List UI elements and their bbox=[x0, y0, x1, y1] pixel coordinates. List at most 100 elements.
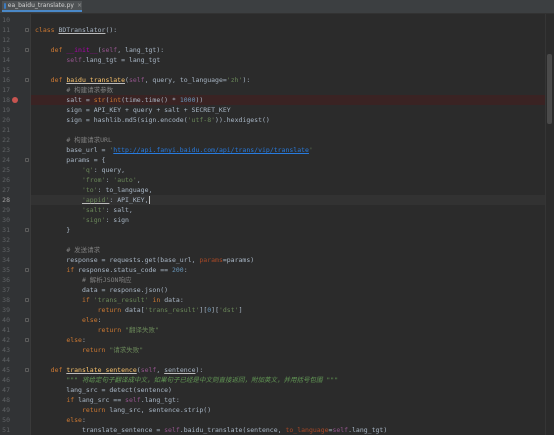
code-line[interactable]: 'to': to_language, bbox=[35, 185, 152, 195]
gutter-line[interactable]: 49 bbox=[0, 405, 30, 415]
gutter-line[interactable]: 40 bbox=[0, 315, 30, 325]
code-line[interactable]: else: bbox=[35, 335, 86, 345]
fold-marker-icon[interactable] bbox=[25, 298, 29, 302]
code-line[interactable]: response = requests.get(base_url, params… bbox=[35, 255, 254, 265]
code-line[interactable]: # 发送请求 bbox=[35, 245, 100, 255]
code-token: # 发送请求 bbox=[66, 246, 101, 254]
code-line[interactable]: } bbox=[35, 225, 70, 235]
code-line[interactable]: sign = hashlib.md5(sign.encode('utf-8'))… bbox=[35, 115, 270, 125]
code-line[interactable]: if 'trans_result' in data: bbox=[35, 295, 184, 305]
code-line[interactable]: # 解析JSON响应 bbox=[35, 275, 131, 285]
gutter-line[interactable]: 46 bbox=[0, 375, 30, 385]
gutter-line[interactable]: 28 bbox=[0, 195, 30, 205]
code-line[interactable]: # 构建请求参数 bbox=[35, 85, 113, 95]
gutter-line[interactable]: 16 bbox=[0, 75, 30, 85]
fold-marker-icon[interactable] bbox=[25, 318, 29, 322]
gutter-line[interactable]: 22 bbox=[0, 135, 30, 145]
line-number-gutter[interactable]: 10 11 12 13 14 15 16 17 18 19 20 21 22 23 24 25 26 27 28 29… bbox=[0, 14, 31, 435]
code-line[interactable]: return lang_src, sentence.strip() bbox=[35, 405, 211, 415]
gutter-line[interactable]: 32 bbox=[0, 235, 30, 245]
fold-marker-icon[interactable] bbox=[25, 338, 29, 342]
fold-marker-icon[interactable] bbox=[25, 268, 29, 272]
gutter-line[interactable]: 35 bbox=[0, 265, 30, 275]
fold-marker-icon[interactable] bbox=[25, 28, 29, 32]
gutter-line[interactable]: 17 bbox=[0, 85, 30, 95]
fold-marker-icon[interactable] bbox=[25, 48, 29, 52]
gutter-line[interactable]: 38 bbox=[0, 295, 30, 305]
code-line[interactable]: translate_sentence = self.baidu_translat… bbox=[35, 425, 387, 435]
code-line[interactable]: def baidu_translate(self, query, to_lang… bbox=[35, 75, 251, 85]
gutter-line[interactable]: 51 bbox=[0, 425, 30, 435]
gutter-line[interactable]: 50 bbox=[0, 415, 30, 425]
fold-marker-icon[interactable] bbox=[25, 368, 29, 372]
gutter-line[interactable]: 39 bbox=[0, 305, 30, 315]
gutter-line[interactable]: 37 bbox=[0, 285, 30, 295]
code-line[interactable]: salt = str(int(time.time() * 1000)) bbox=[35, 95, 203, 105]
breakpoint-icon[interactable] bbox=[12, 97, 18, 103]
code-line[interactable]: 'q': query, bbox=[35, 165, 125, 175]
gutter-line[interactable]: 12 bbox=[0, 35, 30, 45]
gutter-line[interactable]: 44 bbox=[0, 355, 30, 365]
code-line[interactable]: lang_src = detect(sentence) bbox=[35, 385, 172, 395]
fold-marker-icon[interactable] bbox=[25, 78, 29, 82]
gutter-line[interactable]: 10 bbox=[0, 15, 30, 25]
code-line[interactable]: 'from': 'auto', bbox=[35, 175, 141, 185]
code-line[interactable]: if lang_src == self.lang_tgt: bbox=[35, 395, 180, 405]
gutter-line[interactable]: 36 bbox=[0, 275, 30, 285]
code-editor[interactable]: class BDTranslator(): def __init__(self,… bbox=[31, 14, 554, 435]
code-line[interactable]: base_url = 'http://api.fanyi.baidu.com/a… bbox=[35, 145, 313, 155]
gutter-line[interactable]: 24 bbox=[0, 155, 30, 165]
gutter-line[interactable]: 20 bbox=[0, 115, 30, 125]
gutter-line[interactable]: 15 bbox=[0, 65, 30, 75]
scrollbar-thumb[interactable] bbox=[547, 54, 552, 124]
code-line[interactable]: params = { bbox=[35, 155, 105, 165]
code-line[interactable]: data = response.json() bbox=[35, 285, 168, 295]
tab-ea-baidu-translate[interactable]: ea_baidu_translate.py × bbox=[2, 1, 82, 12]
code-line[interactable]: # 构建请求URL bbox=[35, 135, 112, 145]
gutter-line[interactable]: 41 bbox=[0, 325, 30, 335]
vertical-scrollbar[interactable] bbox=[545, 14, 554, 435]
gutter-line[interactable]: 33 bbox=[0, 245, 30, 255]
gutter-line[interactable]: 21 bbox=[0, 125, 30, 135]
code-line[interactable]: 'salt': salt, bbox=[35, 205, 133, 215]
gutter-line[interactable]: 14 bbox=[0, 55, 30, 65]
code-line[interactable]: 'appid': API_KEY, bbox=[35, 195, 150, 205]
gutter-line[interactable]: 29 bbox=[0, 205, 30, 215]
gutter-line[interactable]: 30 bbox=[0, 215, 30, 225]
close-icon[interactable]: × bbox=[77, 2, 82, 9]
code-line[interactable]: sign = API_KEY + query + salt + SECRET_K… bbox=[35, 105, 230, 115]
gutter-line[interactable]: 47 bbox=[0, 385, 30, 395]
gutter-line[interactable]: 43 bbox=[0, 345, 30, 355]
code-line[interactable]: return data['trans_result'][0]['dst'] bbox=[35, 305, 243, 315]
gutter-line[interactable]: 25 bbox=[0, 165, 30, 175]
fold-marker-icon[interactable] bbox=[25, 158, 29, 162]
code-line[interactable]: def translate_sentence(self, sentence): bbox=[35, 365, 204, 375]
fold-marker-icon[interactable] bbox=[25, 228, 29, 232]
code-line[interactable]: class BDTranslator(): bbox=[35, 25, 117, 35]
code-token: def bbox=[50, 76, 67, 84]
gutter-line[interactable]: 26 bbox=[0, 175, 30, 185]
code-line[interactable]: if response.status_code == 200: bbox=[35, 265, 187, 275]
code-token: 'auto' bbox=[113, 176, 137, 184]
gutter-line[interactable]: 13 bbox=[0, 45, 30, 55]
gutter-line[interactable]: 42 bbox=[0, 335, 30, 345]
code-line[interactable]: return "请求失败" bbox=[35, 345, 143, 355]
code-line[interactable]: """ 将给定句子翻译成中文，如果句子已经是中文则直接返回，附加英文，并用括号包… bbox=[35, 375, 338, 385]
gutter-line[interactable]: 18 bbox=[0, 95, 30, 105]
code-line[interactable]: self.lang_tgt = lang_tgt bbox=[35, 55, 160, 65]
gutter-line[interactable]: 48 bbox=[0, 395, 30, 405]
code-line[interactable]: else: bbox=[35, 415, 86, 425]
gutter-line[interactable]: 27 bbox=[0, 185, 30, 195]
code-line[interactable]: def __init__(self, lang_tgt): bbox=[35, 45, 165, 55]
gutter-line[interactable]: 31 bbox=[0, 225, 30, 235]
line-number: 46 bbox=[2, 376, 10, 384]
code-line[interactable]: 'sign': sign bbox=[35, 215, 129, 225]
gutter-line[interactable]: 23 bbox=[0, 145, 30, 155]
code-line[interactable]: return "翻译失败" bbox=[35, 325, 159, 335]
code-line[interactable]: else: bbox=[35, 315, 102, 325]
line-number: 43 bbox=[2, 346, 10, 354]
gutter-line[interactable]: 45 bbox=[0, 365, 30, 375]
gutter-line[interactable]: 11 bbox=[0, 25, 30, 35]
gutter-line[interactable]: 19 bbox=[0, 105, 30, 115]
gutter-line[interactable]: 34 bbox=[0, 255, 30, 265]
